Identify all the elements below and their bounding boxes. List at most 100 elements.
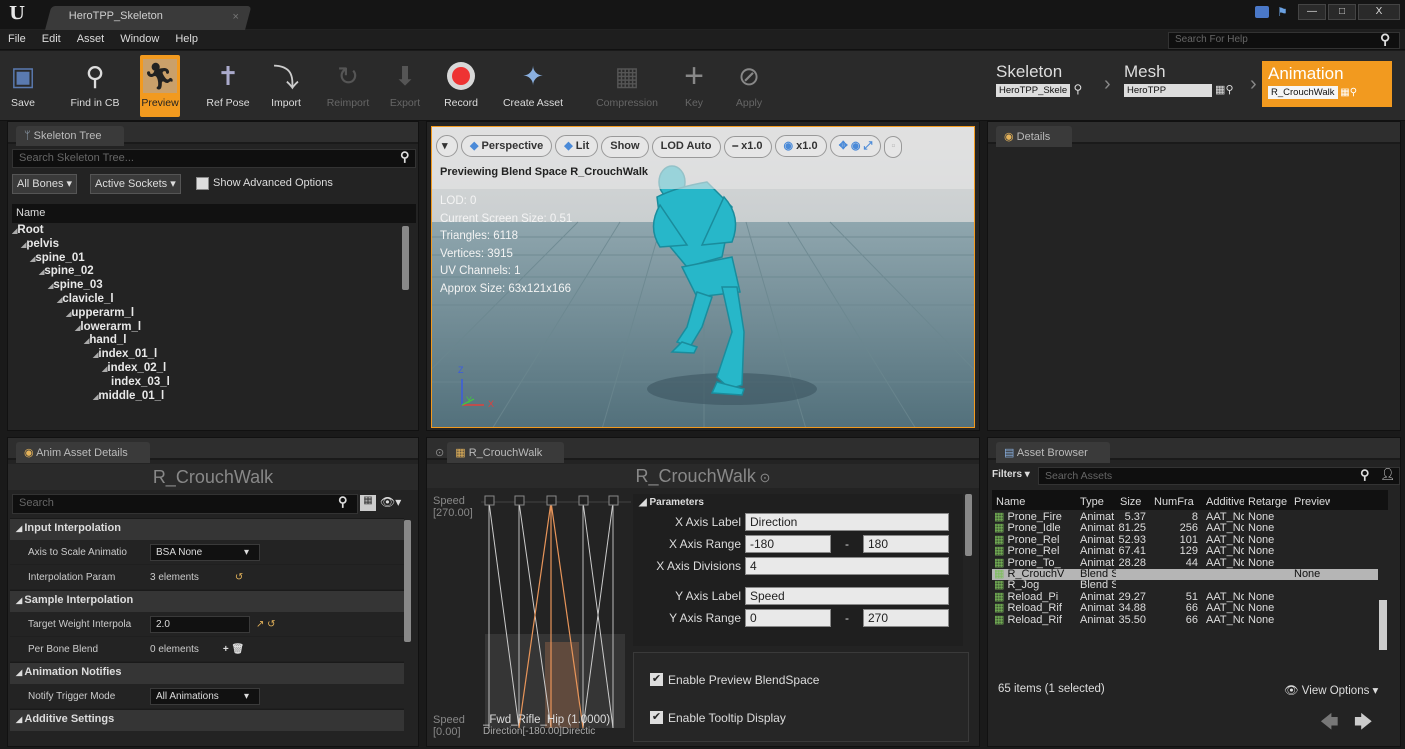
compression-button[interactable]: ▦ Compression [588,55,666,117]
enable-preview-checkbox[interactable]: ✔ [650,673,663,686]
dropdown-arrow-icon[interactable]: ▾ [244,547,249,558]
viewport-options-button[interactable]: ▾ [436,135,458,157]
ref-pose-button[interactable]: ✝ Ref Pose [200,55,256,117]
back-arrow-icon[interactable]: 🡄 [1320,710,1339,740]
search-icon[interactable]: ⚲ [1380,31,1390,48]
asset-column-header[interactable]: Retarge [1244,492,1290,508]
document-tab[interactable]: HeroTPP_Skeleton × [45,6,252,30]
add-delete-icons[interactable]: + 🗑︎ [223,644,244,655]
close-tab-icon[interactable]: × [232,11,238,23]
anim-details-search-input[interactable]: Search [12,494,358,514]
key-button[interactable]: + Key [674,55,714,117]
reimport-button[interactable]: ↻ Reimport [320,55,376,117]
minimize-button[interactable]: — [1298,4,1326,20]
asset-browser-tab[interactable]: ▤ Asset Browser [996,442,1110,463]
bone-row[interactable]: ◢lowerarm_l [12,321,402,335]
mode-animation-asset[interactable]: R_CrouchWalk [1268,86,1338,99]
asset-column-header[interactable]: Preview [1290,492,1330,508]
help-icon[interactable]: ⊙ [756,470,771,485]
bone-row[interactable]: ◢hand_l [12,334,402,348]
asset-column-header[interactable]: Additive [1202,492,1244,508]
asset-row[interactable]: ▦ Reload_Rif Animat 34.88 66 AAT_No None [992,603,1378,614]
mode-skeleton[interactable]: Skeleton HeroTPP_Skele ⚲ [990,59,1112,107]
asset-list-scrollbar[interactable] [1379,600,1387,650]
playback-speed-button[interactable]: ⎯ x1.0 [723,136,772,158]
filters-dropdown[interactable]: Filters ▾ [992,469,1030,480]
menu-help[interactable]: Help [167,30,206,48]
search-icon[interactable]: ⚲ [338,494,348,510]
property-number-field[interactable]: 2.0 [150,615,250,633]
export-button[interactable]: ⬇ Export [382,55,428,117]
eye-view-options-icon[interactable]: 👁︎▾ [380,495,401,509]
bone-row[interactable]: ◢clavicle_l [12,293,402,307]
bone-row[interactable]: ◢spine_01 [12,252,402,266]
anim-details-scrollbar[interactable] [404,520,411,642]
user-icon[interactable]: 👤︎ [1380,467,1395,481]
forward-arrow-icon[interactable]: 🡆 [1354,710,1373,740]
asset-row[interactable]: ▦ Prone_Rel Animat 67.41 129 AAT_No None [992,546,1378,557]
anim-asset-details-tab[interactable]: ◉ Anim Asset Details [16,442,150,463]
bone-row[interactable]: ◢spine_03 [12,279,402,293]
asset-row[interactable]: ▦ Prone_Rel Animat 52.93 101 AAT_No None [992,535,1378,546]
bone-row[interactable]: ◢Root [12,224,402,238]
skeleton-tree-tab[interactable]: ᛘ Skeleton Tree [16,126,124,146]
enable-tooltip-checkbox[interactable]: ✔ [650,711,663,724]
bone-row[interactable]: index_03_l [12,376,402,390]
find-in-cb-button[interactable]: ⚲ Find in CB [64,55,126,117]
apply-button[interactable]: ⊘ Apply [728,55,770,117]
lod-button[interactable]: LOD Auto [651,136,721,158]
bone-row[interactable]: ◢index_01_l [12,348,402,362]
reset-to-default-icon[interactable]: ↺ [235,572,243,583]
record-button[interactable]: Record [438,55,484,117]
menu-file[interactable]: File [0,30,34,48]
bone-row[interactable]: ◢upperarm_l [12,307,402,321]
asset-row[interactable]: ▦ Prone_Idle Animat 81.25 256 AAT_No None [992,523,1378,534]
help-circle-icon[interactable]: ⊙ [435,447,447,459]
asset-column-header[interactable]: Name [992,492,1076,508]
section-header[interactable]: ◢ Sample Interpolation [10,590,404,612]
mode-skeleton-asset[interactable]: HeroTPP_Skele [996,84,1071,97]
skeleton-find-icon[interactable]: ⚲ [1070,82,1082,96]
all-bones-dropdown[interactable]: All Bones ▾ [12,174,78,194]
menu-window[interactable]: Window [112,30,167,48]
preview-button[interactable]: 🏃︎ Preview [140,55,180,117]
perspective-button[interactable]: ◆ Perspective [461,135,553,157]
lit-button[interactable]: ◆ Lit [555,135,599,157]
y-axis-range-min-field[interactable]: 0 [745,609,831,627]
animation-grid-icon[interactable]: ▦⚲ [1338,87,1357,98]
asset-search-input[interactable]: Search Assets [1038,467,1400,485]
asset-row[interactable]: ▦ Prone_Fire Animat 5.37 8 AAT_No None [992,512,1378,523]
show-button[interactable]: Show [601,136,649,158]
search-icon[interactable]: ⚲ [400,149,410,165]
create-asset-button[interactable]: ✦ Create Asset [492,55,574,117]
bone-row[interactable]: ◢middle_01_l [12,390,402,404]
save-button[interactable]: ▣ Save [6,55,40,117]
search-icon[interactable]: ⚲ [1360,467,1370,483]
parameters-header[interactable]: ◢ Parameters [633,494,963,511]
mesh-grid-icon[interactable]: ▦⚲ [1212,84,1233,96]
parameters-scrollbar[interactable] [965,494,972,556]
import-button[interactable]: ⤵ Import [258,55,314,117]
asset-column-header[interactable]: Type [1076,492,1116,508]
asset-row[interactable]: ▦ R_Jog Blend S [992,580,1378,591]
help-search-input[interactable]: Search For Help [1168,32,1400,49]
active-sockets-dropdown[interactable]: Active Sockets ▾ [90,174,181,194]
maximize-viewport-button[interactable]: ▫ [884,136,903,158]
skeleton-scrollbar[interactable] [402,226,409,290]
view-options-button[interactable]: 👁︎ View Options ▾ [1284,683,1378,697]
notification-icon[interactable]: ⚑ [1277,5,1291,19]
mode-mesh[interactable]: Mesh HeroTPP ▦⚲ [1118,59,1252,107]
close-window-button[interactable]: X [1358,4,1400,20]
show-advanced-checkbox[interactable] [196,177,209,190]
transform-tools-button[interactable]: ✥ ◉ ⤢ [829,135,882,157]
menu-asset[interactable]: Asset [69,30,113,48]
asset-row[interactable]: ▦ R_CrouchV Blend S None [992,568,1378,581]
blendspace-grid[interactable] [481,492,631,728]
skeleton-search-input[interactable]: Search Skeleton Tree... [12,149,416,168]
name-column-header[interactable]: Name [12,204,416,223]
section-header[interactable]: ◢ Additive Settings [10,709,404,731]
viewport[interactable]: Z Y X ▾ ◆ Perspective ◆ Lit Show LOD Auto ⎯ x… [431,126,975,428]
x-axis-label-field[interactable]: Direction [745,513,949,531]
x-axis-range-max-field[interactable]: 180 [863,535,949,553]
bone-row[interactable]: ◢index_02_l [12,362,402,376]
